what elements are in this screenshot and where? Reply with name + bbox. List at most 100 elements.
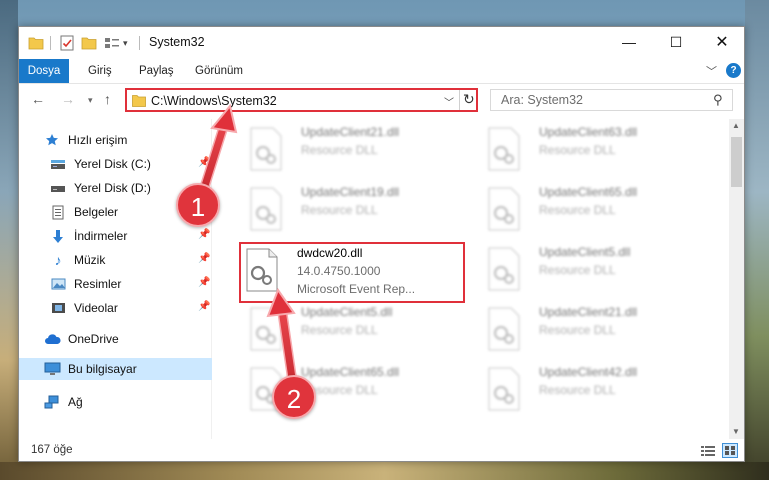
sidebar-item-label: İndirmeler [74,229,128,243]
sidebar-item-local-disk-c[interactable]: Yerel Disk (C:) 📌 [19,153,212,175]
sidebar-item-downloads[interactable]: İndirmeler 📌 [19,225,212,247]
file-description: Resource DLL [301,143,378,157]
pictures-icon [49,276,67,292]
folder-icon[interactable] [28,35,44,51]
music-icon: ♪ [54,252,62,268]
dll-file-icon [250,187,282,231]
tab-home[interactable]: Giriş [88,59,112,83]
drive-icon [49,156,67,172]
sidebar-item-label: Bu bilgisayar [68,362,137,376]
pin-icon[interactable]: 📌 [198,157,210,168]
navigation-bar: ← → ▾ ↑ C:\Windows\System32 ﹀ ↻ Ara: Sys… [19,83,744,117]
item-count: 167 öğe [31,444,73,456]
file-name: dwdcw20.dll [297,246,363,260]
new-folder-icon[interactable] [81,35,97,51]
recent-locations-icon[interactable]: ▾ [88,95,93,106]
file-version: 14.0.4750.1000 [297,264,381,278]
search-box[interactable]: Ara: System32 ⚲ [490,89,733,111]
customize-toolbar-icon[interactable] [104,35,120,51]
step-badge-2: 2 [272,375,316,419]
sidebar-item-music[interactable]: ♪ Müzik 📌 [19,249,212,271]
sidebar-item-videos[interactable]: Videolar 📌 [19,297,212,319]
sidebar-item-onedrive[interactable]: OneDrive [19,328,212,350]
sidebar-item-label: Videolar [74,301,118,315]
address-bar[interactable]: C:\Windows\System32 ﹀ ↻ [125,88,478,112]
sidebar-item-label: Hızlı erişim [68,133,128,147]
scrollbar-thumb[interactable] [731,137,742,187]
tab-view[interactable]: Görünüm [195,59,243,83]
video-icon [49,300,67,316]
file-item[interactable]: UpdateClient5.dll Resource DLL [243,301,443,361]
refresh-icon[interactable]: ↻ [463,91,475,108]
title-bar: ▾ System32 — ☐ ✕ [19,27,744,59]
vertical-scrollbar[interactable]: ▲ ▼ [729,119,744,439]
file-item[interactable]: UpdateClient63.dll Resource DLL [481,121,681,181]
file-item[interactable]: UpdateClient21.dll Resource DLL [481,301,681,361]
quick-access-dropdown-icon[interactable]: ▾ [123,35,128,51]
forward-arrow-icon[interactable]: → [61,91,75,107]
pin-icon[interactable]: 📌 [198,253,210,264]
sidebar-item-label: Belgeler [74,205,119,219]
sidebar-item-label: Müzik [74,253,106,267]
help-icon[interactable]: ? [726,63,741,78]
pin-icon[interactable]: 📌 [198,277,210,288]
sidebar-item-label: Resimler [74,277,122,291]
file-item[interactable]: dwdcw20.dll 14.0.4750.1000 Microsoft Eve… [239,242,465,302]
search-icon[interactable]: ⚲ [713,92,723,108]
file-name: UpdateClient42.dll [539,365,638,379]
desktop-background-bottom [0,462,769,480]
pin-icon[interactable]: 📌 [198,229,210,240]
window-title: System32 [149,35,205,49]
file-item[interactable]: UpdateClient19.dll Resource DLL [243,181,443,241]
file-item[interactable]: UpdateClient42.dll Resource DLL [481,361,681,421]
expand-ribbon-icon[interactable]: ﹀ [706,63,717,79]
file-name: UpdateClient21.dll [539,305,638,319]
scroll-down-icon[interactable]: ▼ [732,427,740,436]
navigation-pane: Hızlı erişim Yerel Disk (C:) 📌 Yerel Dis… [19,119,212,439]
maximize-button[interactable]: ☐ [653,27,699,57]
network-icon [43,394,61,410]
sidebar-item-quick-access[interactable]: Hızlı erişim [19,129,212,151]
folder-icon [132,94,146,110]
tiles-view-icon[interactable] [722,443,738,458]
title-divider [139,36,140,50]
properties-icon[interactable] [60,35,74,51]
file-description: Resource DLL [539,383,616,397]
details-view-icon[interactable] [701,445,715,457]
dll-file-icon [250,307,282,351]
sidebar-item-pictures[interactable]: Resimler 📌 [19,273,212,295]
document-icon [49,204,67,220]
chevron-down-icon[interactable]: ﹀ [444,94,454,109]
dll-file-icon [246,248,278,292]
sidebar-item-label: Ağ [68,395,83,409]
up-arrow-icon[interactable]: ↑ [104,91,111,107]
sidebar-item-this-pc[interactable]: Bu bilgisayar [19,358,212,380]
scroll-up-icon[interactable]: ▲ [732,121,740,130]
minimize-button[interactable]: — [606,27,652,57]
ribbon-tabs: Dosya Giriş Paylaş Görünüm ﹀ ? [19,59,744,83]
file-item-highlighted[interactable]: dwdcw20.dll 14.0.4750.1000 Microsoft Eve… [239,242,465,303]
file-item[interactable]: UpdateClient21.dll Resource DLL [243,121,443,181]
desktop-background-right [745,0,769,480]
file-name: UpdateClient63.dll [539,125,638,139]
file-description: Resource DLL [539,263,616,277]
file-item[interactable]: UpdateClient65.dll Resource DLL [481,181,681,241]
file-description: Resource DLL [539,203,616,217]
sidebar-item-label: Yerel Disk (D:) [74,181,151,195]
file-item[interactable]: UpdateClient5.dll Resource DLL [481,241,681,301]
file-name: UpdateClient65.dll [539,185,638,199]
back-arrow-icon[interactable]: ← [31,91,45,107]
sidebar-item-network[interactable]: Ağ [19,391,212,413]
desktop-background-left [0,0,18,480]
tab-file[interactable]: Dosya [19,59,69,83]
pin-icon[interactable]: 📌 [198,301,210,312]
drive-icon [49,180,67,196]
dll-file-icon [488,187,520,231]
file-name: UpdateClient5.dll [539,245,631,259]
file-description: Resource DLL [539,143,616,157]
search-input[interactable]: Ara: System32 [501,93,583,107]
dll-file-icon [250,127,282,171]
tab-share[interactable]: Paylaş [139,59,174,83]
address-path[interactable]: C:\Windows\System32 [151,94,277,108]
close-button[interactable]: ✕ [699,27,744,57]
